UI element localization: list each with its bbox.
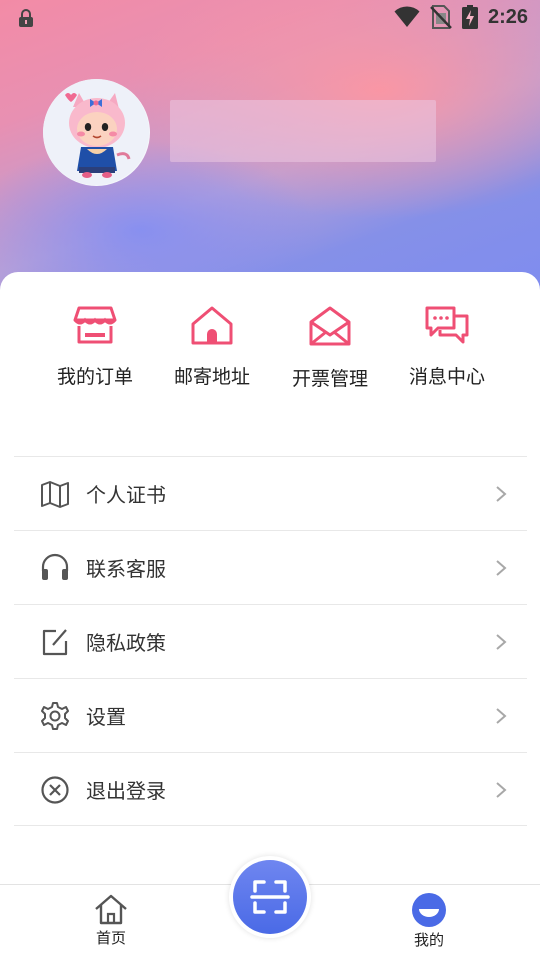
- tab-home-label: 首页: [95, 929, 126, 947]
- headset-icon: [41, 553, 69, 580]
- chevron-right-icon: [496, 560, 507, 576]
- quick-action-messages[interactable]: 消息中心: [388, 304, 506, 389]
- menu-item-label: 个人证书: [86, 483, 166, 507]
- scan-button[interactable]: [229, 856, 311, 938]
- home-icon: [95, 894, 127, 925]
- menu-item-logout[interactable]: 退出登录: [14, 752, 527, 826]
- lock-icon: [19, 9, 33, 27]
- menu-item-label: 联系客服: [86, 557, 166, 581]
- status-bar: 2:26: [0, 0, 540, 36]
- quick-action-address[interactable]: 邮寄地址: [153, 304, 271, 389]
- tab-mine-label: 我的: [413, 931, 444, 949]
- chevron-right-icon: [496, 708, 507, 724]
- wifi-icon: [394, 6, 420, 27]
- menu-item-privacy-policy[interactable]: 隐私政策: [14, 604, 527, 678]
- avatar[interactable]: [43, 79, 150, 186]
- house-icon: [191, 306, 233, 345]
- tab-home[interactable]: 首页: [71, 893, 151, 948]
- tab-mine[interactable]: 我的: [389, 893, 469, 950]
- edit-icon: [42, 629, 68, 656]
- chevron-right-icon: [496, 486, 507, 502]
- cartoon-character-avatar: [43, 79, 149, 185]
- scan-icon: [250, 880, 290, 914]
- quick-action-label: 邮寄地址: [173, 366, 250, 388]
- quick-action-label: 消息中心: [408, 366, 485, 388]
- menu-item-customer-service[interactable]: 联系客服: [14, 530, 527, 604]
- quick-action-invoice[interactable]: 开票管理: [271, 304, 389, 391]
- envelope-icon: [309, 306, 351, 346]
- chat-bubbles-icon: [425, 306, 469, 344]
- scan-button-inner: [233, 860, 307, 934]
- battery-charging-icon: [461, 5, 478, 29]
- chevron-right-icon: [496, 782, 507, 798]
- username-redacted: [170, 100, 436, 162]
- menu-item-label: 隐私政策: [86, 631, 166, 655]
- status-time: 2:26: [487, 5, 528, 28]
- close-circle-icon: [41, 776, 69, 804]
- no-sim-icon: [430, 5, 452, 29]
- quick-actions: 我的订单 邮寄地址 开票管理 消息中心: [0, 272, 540, 422]
- menu-item-settings[interactable]: 设置: [14, 678, 527, 752]
- menu-item-certificate[interactable]: 个人证书: [14, 456, 527, 530]
- store-icon: [73, 306, 117, 344]
- menu-item-label: 设置: [86, 705, 126, 729]
- menu-item-label: 退出登录: [86, 778, 166, 803]
- gear-icon: [41, 702, 69, 730]
- quick-action-label: 我的订单: [56, 366, 133, 388]
- quick-action-orders[interactable]: 我的订单: [36, 304, 154, 389]
- user-smile-icon: [412, 893, 446, 927]
- settings-menu: 个人证书 联系客服 隐私政策 设置 退出登录: [14, 456, 527, 826]
- chevron-right-icon: [496, 634, 507, 650]
- map-icon: [41, 481, 69, 508]
- quick-action-label: 开票管理: [291, 368, 368, 390]
